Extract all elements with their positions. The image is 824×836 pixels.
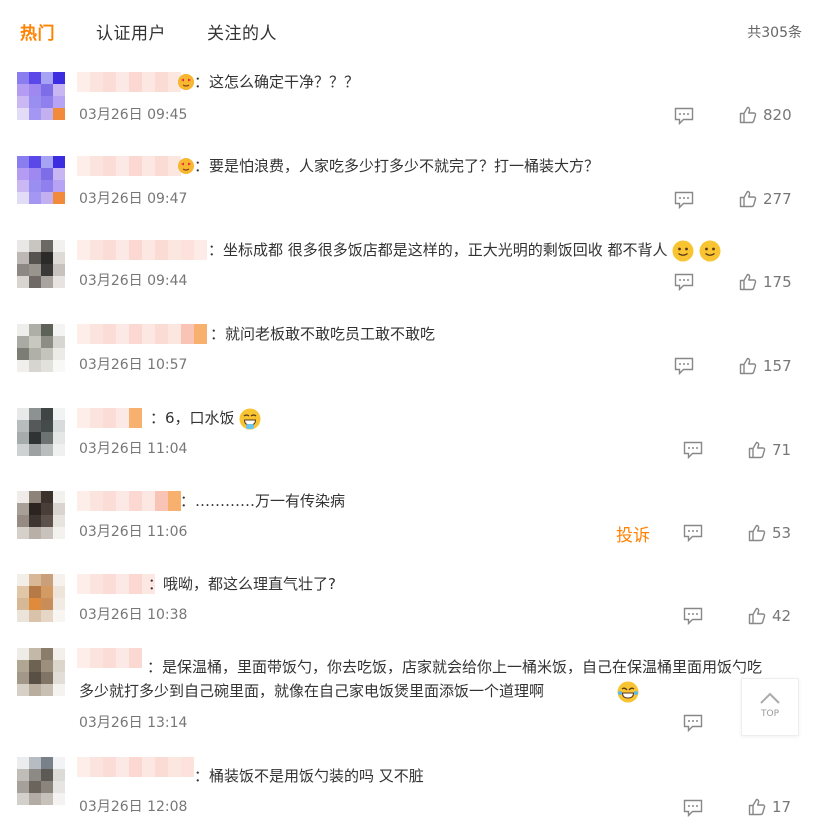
comment-text: ：桶装饭不是用饭勺装的吗 又不脏 — [194, 767, 424, 785]
like-count: 17 — [772, 798, 792, 816]
thumbs-up-icon — [739, 273, 757, 291]
tab-following[interactable]: 关注的人 — [207, 19, 277, 44]
like-count: 157 — [763, 357, 792, 375]
chevron-up-icon — [760, 692, 780, 704]
reply-icon[interactable] — [674, 357, 694, 376]
reply-icon[interactable] — [683, 607, 703, 626]
reply-icon[interactable] — [683, 714, 703, 733]
reply-icon[interactable] — [674, 191, 694, 210]
comment-time: 03月26日 11:04 — [79, 441, 188, 457]
reply-icon[interactable] — [683, 799, 703, 818]
avatar[interactable] — [17, 757, 65, 805]
avatar[interactable] — [17, 491, 65, 539]
comment-text: ：6，口水饭 — [150, 406, 261, 430]
comment-text: ：坐标成都 很多很多饭店都是这样的，正大光明的剩饭回收 都不背人 — [208, 238, 721, 262]
smile-emoji-icon — [699, 240, 721, 262]
comment-time: 03月26日 13:14 — [79, 715, 188, 731]
username-blurred[interactable] — [77, 72, 181, 92]
thumbs-up-icon — [748, 524, 766, 542]
like-button[interactable]: 71 — [748, 441, 791, 459]
like-count: 71 — [772, 441, 792, 459]
like-count: 277 — [763, 190, 792, 208]
comment-time: 03月26日 10:38 — [79, 607, 188, 623]
like-button[interactable]: 157 — [739, 357, 792, 375]
reply-icon[interactable] — [674, 107, 694, 126]
thumbs-up-icon — [739, 357, 757, 375]
username-blurred[interactable] — [77, 408, 142, 428]
avatar[interactable] — [17, 240, 65, 288]
drool-emoji-icon — [239, 408, 261, 430]
thumbs-up-icon — [739, 190, 757, 208]
avatar[interactable] — [17, 72, 65, 120]
tab-verified-users[interactable]: 认证用户 — [96, 19, 166, 44]
comment-text: ：这怎么确定干净？？？ — [194, 73, 360, 91]
like-count: 53 — [772, 524, 792, 542]
comment-time: 03月26日 11:06 — [79, 524, 188, 540]
comment-text: ：是保温桶，里面带饭勺，你去吃饭，店家就会给你上一桶米饭，自己在保温桶里面用饭勺… — [79, 655, 769, 703]
reply-icon[interactable] — [674, 273, 694, 292]
comment-text: ：就问老板敢不敢吃员工敢不敢吃 — [210, 325, 436, 343]
thumbs-up-icon — [748, 798, 766, 816]
avatar[interactable] — [17, 574, 65, 622]
like-button[interactable]: 17 — [748, 798, 791, 816]
avatar[interactable] — [17, 648, 65, 696]
username-blurred[interactable] — [77, 757, 194, 777]
avatar[interactable] — [17, 324, 65, 372]
report-button[interactable]: 投诉 — [616, 521, 650, 546]
like-button[interactable]: 277 — [739, 190, 792, 208]
avatar[interactable] — [17, 156, 65, 204]
like-button[interactable]: 42 — [748, 607, 791, 625]
smile-emoji-icon — [672, 240, 694, 262]
comment-time: 03月26日 09:44 — [79, 273, 188, 289]
like-button[interactable]: 820 — [739, 106, 792, 124]
comment-time: 03月26日 09:47 — [79, 191, 188, 207]
like-button[interactable]: 175 — [739, 273, 792, 291]
thumbs-up-icon — [739, 106, 757, 124]
comment-tabs: 热门 认证用户 关注的人 共305条 — [0, 0, 824, 62]
comment-total-count: 共305条 — [747, 25, 802, 41]
like-count: 42 — [772, 607, 792, 625]
comment-time: 03月26日 09:45 — [79, 107, 188, 123]
reply-icon[interactable] — [683, 441, 703, 460]
username-blurred[interactable] — [77, 324, 207, 344]
username-blurred[interactable] — [77, 156, 181, 176]
username-blurred[interactable] — [77, 574, 155, 594]
like-button[interactable]: 53 — [748, 524, 791, 542]
avatar[interactable] — [17, 408, 65, 456]
like-count: 175 — [763, 273, 792, 291]
comment-time: 03月26日 12:08 — [79, 799, 188, 815]
thumbs-up-icon — [748, 441, 766, 459]
like-count: 820 — [763, 106, 792, 124]
emoji-icon — [178, 158, 194, 174]
comment-time: 03月26日 10:57 — [79, 357, 188, 373]
reply-icon[interactable] — [683, 524, 703, 543]
thumbs-up-icon — [748, 607, 766, 625]
emoji-icon — [178, 74, 194, 90]
laugh-cry-emoji-icon — [549, 681, 639, 703]
comment-text: ：哦呦，都这么理直气壮了? — [148, 575, 336, 593]
username-blurred[interactable] — [77, 491, 181, 511]
back-to-top-label: TOP — [760, 709, 779, 719]
back-to-top-button[interactable]: TOP — [741, 678, 799, 736]
tab-hot[interactable]: 热门 — [20, 19, 55, 44]
comment-text: ：要是怕浪费，人家吃多少打多少不就完了？打一桶装大方？ — [194, 157, 600, 175]
username-blurred[interactable] — [77, 240, 207, 260]
comment-text: ：…………万一有传染病 — [180, 492, 346, 510]
